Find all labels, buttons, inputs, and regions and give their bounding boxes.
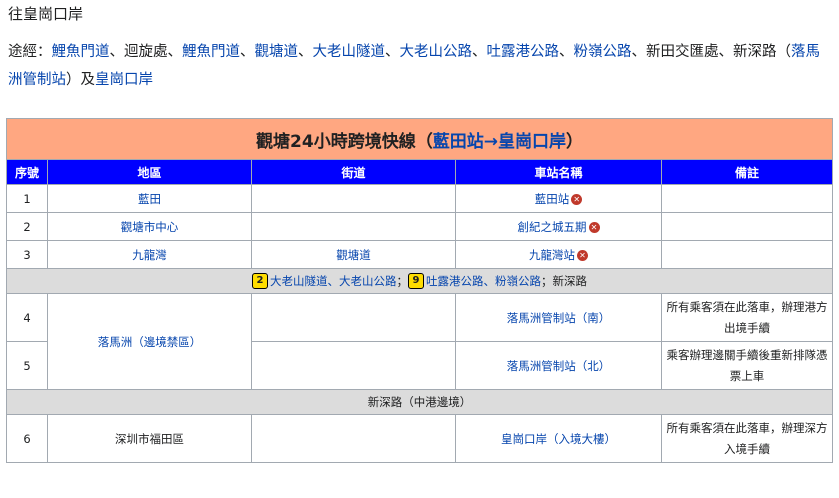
- cell-district: 深圳市福田區: [47, 414, 252, 463]
- table-row: 3 九龍灣 觀塘道 九龍灣站 ✕: [6, 240, 833, 269]
- cell-no: 5: [6, 341, 48, 390]
- cell-station[interactable]: 落馬洲管制站（北）: [455, 341, 662, 390]
- table-title-row: 觀塘24小時跨境快線（藍田站→皇崗口岸）: [6, 118, 833, 160]
- cell-station[interactable]: 九龍灣站 ✕: [455, 240, 662, 269]
- header-notes: 備註: [661, 159, 833, 185]
- route-2-badge-icon: 2: [252, 273, 268, 290]
- road-text: ；新深路: [541, 273, 587, 288]
- cell-no: 1: [6, 184, 48, 213]
- via-road-link[interactable]: 皇崗口岸: [95, 72, 153, 88]
- table-row: 4 落馬洲（邊境禁區） 落馬洲管制站（南） 所有乘客須在此落車，辦理港方出境手續: [6, 293, 833, 390]
- cell-street[interactable]: 觀塘道: [251, 240, 456, 269]
- title-prefix: 觀塘24小時跨境快線（: [256, 131, 433, 152]
- via-text: 、迴旋處、: [109, 44, 183, 60]
- title-link[interactable]: 藍田站→皇崗口岸: [433, 132, 566, 152]
- road-link[interactable]: 吐露港公路、粉嶺公路: [426, 274, 541, 288]
- via-text: 、: [472, 44, 487, 60]
- route-via-text: 途經：鯉魚門道、迴旋處、鯉魚門道、觀塘道、大老山隧道、大老山公路、吐露港公路、粉…: [8, 38, 830, 94]
- road-segment-row: 2 大老山隧道、大老山公路； 9 吐露港公路、粉嶺公路；新深路: [6, 268, 833, 294]
- via-text: 、: [298, 44, 313, 60]
- border-segment-cell: 新深路（中港邊境）: [6, 389, 833, 415]
- cell-street: [251, 293, 456, 342]
- via-text: 、: [240, 44, 255, 60]
- via-road-link[interactable]: 大老山公路: [400, 44, 473, 60]
- separator: ；: [396, 273, 409, 288]
- via-parts: 鯉魚門道、迴旋處、鯉魚門道、觀塘道、大老山隧道、大老山公路、吐露港公路、粉嶺公路…: [8, 44, 820, 88]
- cell-station[interactable]: 皇崗口岸（入境大樓）: [455, 414, 662, 463]
- header-street: 街道: [251, 159, 456, 185]
- closed-x-icon: ✕: [577, 249, 588, 261]
- cell-street: [251, 341, 456, 390]
- via-road-link[interactable]: 吐露港公路: [487, 44, 560, 60]
- cell-no: 6: [6, 414, 48, 463]
- border-segment-row: 新深路（中港邊境）: [6, 389, 833, 415]
- table-row: 6 深圳市福田區 皇崗口岸（入境大樓） 所有乘客須在此落車，辦理深方入境手續: [6, 414, 833, 463]
- cell-note: 所有乘客須在此落車，辦理港方出境手續: [661, 293, 833, 342]
- header-station: 車站名稱: [455, 159, 662, 185]
- cell-street: [251, 414, 456, 463]
- station-link[interactable]: 藍田站: [535, 192, 570, 206]
- route-9-badge-icon: 9: [408, 273, 424, 290]
- cell-no: 4: [6, 293, 48, 342]
- via-road-link[interactable]: 鯉魚門道: [182, 44, 240, 60]
- table-row: 2 觀塘市中心 創紀之城五期 ✕: [6, 212, 833, 241]
- cell-station[interactable]: 創紀之城五期 ✕: [455, 212, 662, 241]
- cell-no: 3: [6, 240, 48, 269]
- header-no: 序號: [6, 159, 48, 185]
- cell-district[interactable]: 落馬洲（邊境禁區）: [47, 293, 252, 390]
- cell-note: [661, 212, 833, 241]
- via-road-link[interactable]: 鯉魚門道: [52, 44, 110, 60]
- closed-x-icon: ✕: [571, 193, 583, 205]
- title-suffix: ）: [565, 131, 583, 152]
- section-heading: 往皇崗口岸: [8, 5, 84, 23]
- cell-district[interactable]: 觀塘市中心: [47, 212, 252, 241]
- header-district: 地區: [47, 159, 252, 185]
- via-road-link[interactable]: 觀塘道: [255, 44, 299, 60]
- road-link[interactable]: 大老山隧道、大老山公路: [270, 274, 397, 288]
- via-text: ）及: [66, 72, 95, 88]
- via-prefix: 途經：: [8, 44, 52, 60]
- route-table: 觀塘24小時跨境快線（藍田站→皇崗口岸） 序號 地區 街道 車站名稱 備註 1 …: [6, 118, 833, 463]
- cell-street: [251, 212, 456, 241]
- cell-district[interactable]: 藍田: [47, 184, 252, 213]
- station-link[interactable]: 創紀之城五期: [518, 220, 587, 234]
- cell-district[interactable]: 九龍灣: [47, 240, 252, 269]
- road-segment-cell: 2 大老山隧道、大老山公路； 9 吐露港公路、粉嶺公路；新深路: [6, 268, 833, 294]
- cell-note: [661, 240, 833, 269]
- station-link[interactable]: 九龍灣站: [529, 248, 575, 262]
- table-header-row: 序號 地區 街道 車站名稱 備註: [6, 159, 833, 185]
- table-row: 1 藍田 藍田站 ✕: [6, 184, 833, 213]
- cell-no: 2: [6, 212, 48, 241]
- cell-street: [251, 184, 456, 213]
- via-text: 、: [559, 44, 574, 60]
- cell-note: 所有乘客須在此落車，辦理深方入境手續: [661, 414, 833, 463]
- via-text: 、新田交匯處、新深路（: [631, 44, 792, 60]
- cell-note: 乘客辦理邊關手續後重新排隊憑票上車: [661, 341, 833, 390]
- cell-station[interactable]: 藍田站 ✕: [455, 184, 662, 213]
- cell-note: [661, 184, 833, 213]
- table-title: 觀塘24小時跨境快線（藍田站→皇崗口岸）: [6, 118, 833, 160]
- district-link[interactable]: 落馬洲（邊境禁區）: [98, 335, 202, 349]
- via-road-link[interactable]: 粉嶺公路: [574, 44, 632, 60]
- closed-x-icon: ✕: [588, 221, 600, 233]
- via-road-link[interactable]: 大老山隧道: [313, 44, 386, 60]
- via-text: 、: [385, 44, 400, 60]
- cell-station[interactable]: 落馬洲管制站（南）: [455, 293, 662, 342]
